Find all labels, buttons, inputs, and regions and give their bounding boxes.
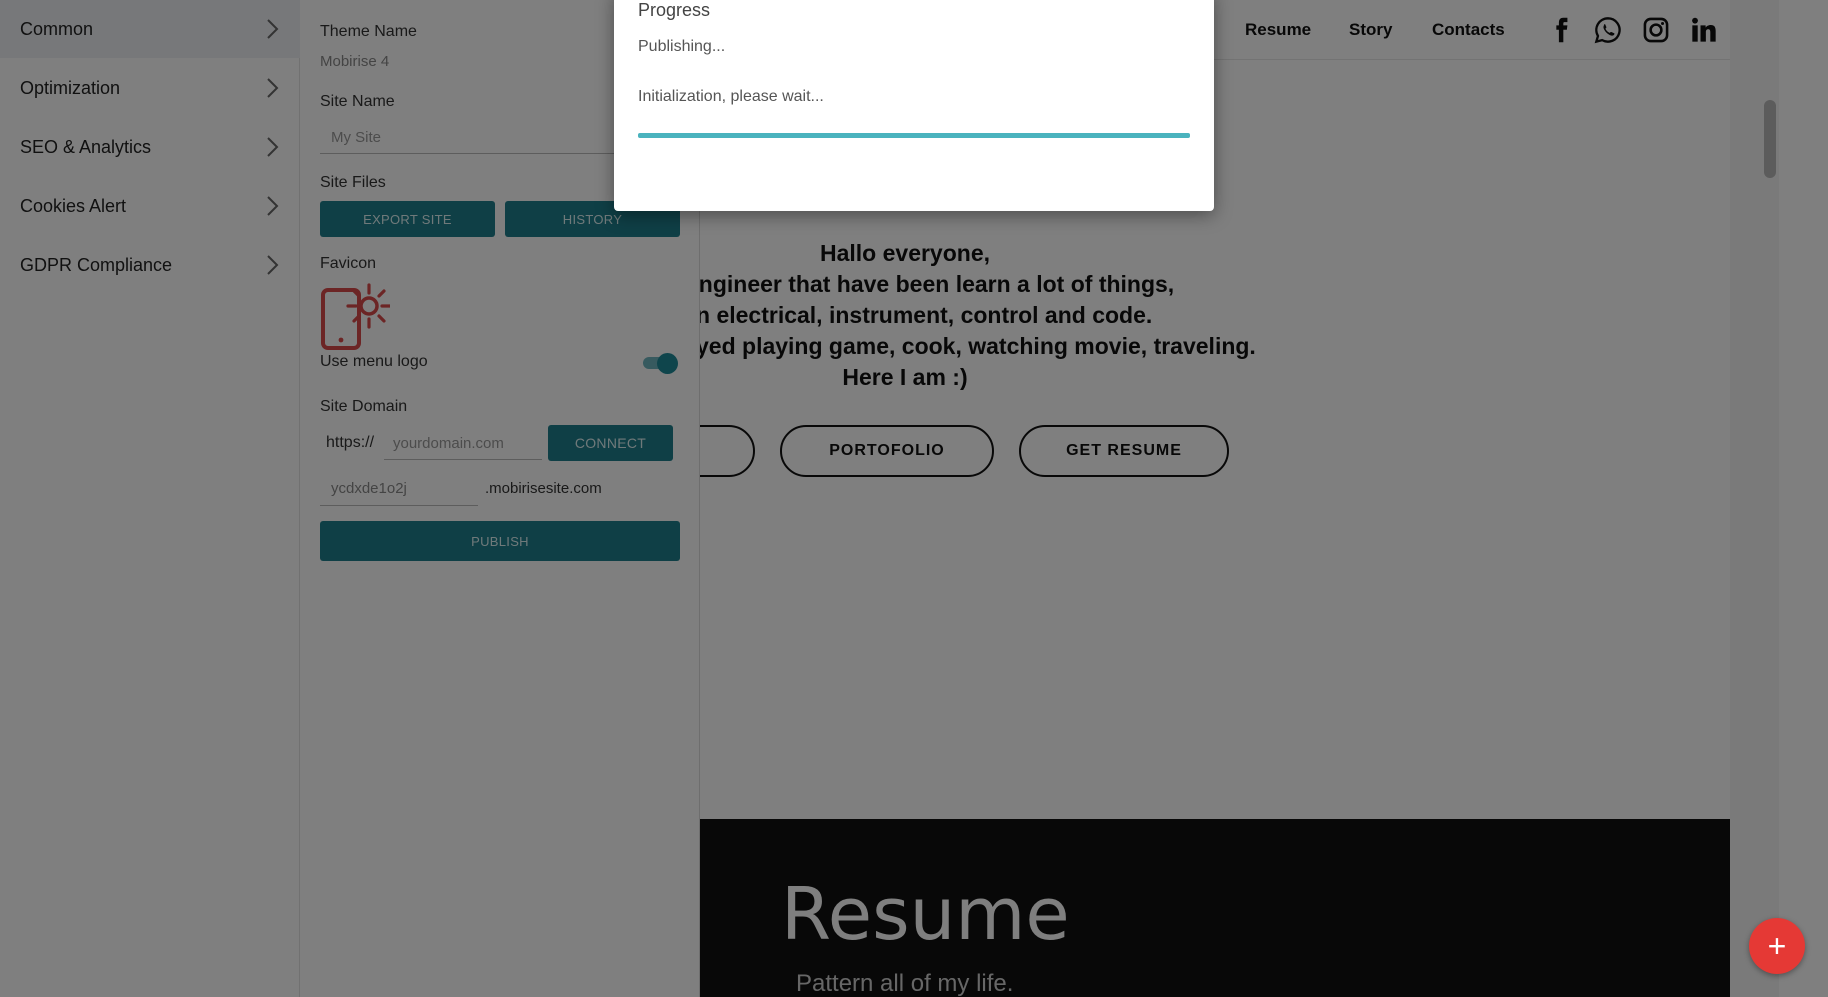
- plus-icon: +: [1767, 927, 1787, 964]
- dialog-title: Progress: [638, 0, 711, 20]
- progress-bar: [638, 133, 1190, 138]
- progress-bar-fill: [638, 133, 1190, 138]
- progress-dialog: Progress Publishing... Initialization, p…: [614, 0, 1214, 211]
- add-block-button[interactable]: +: [1749, 918, 1805, 974]
- dialog-status: Publishing...: [638, 38, 726, 55]
- dialog-message: Initialization, please wait...: [638, 88, 824, 105]
